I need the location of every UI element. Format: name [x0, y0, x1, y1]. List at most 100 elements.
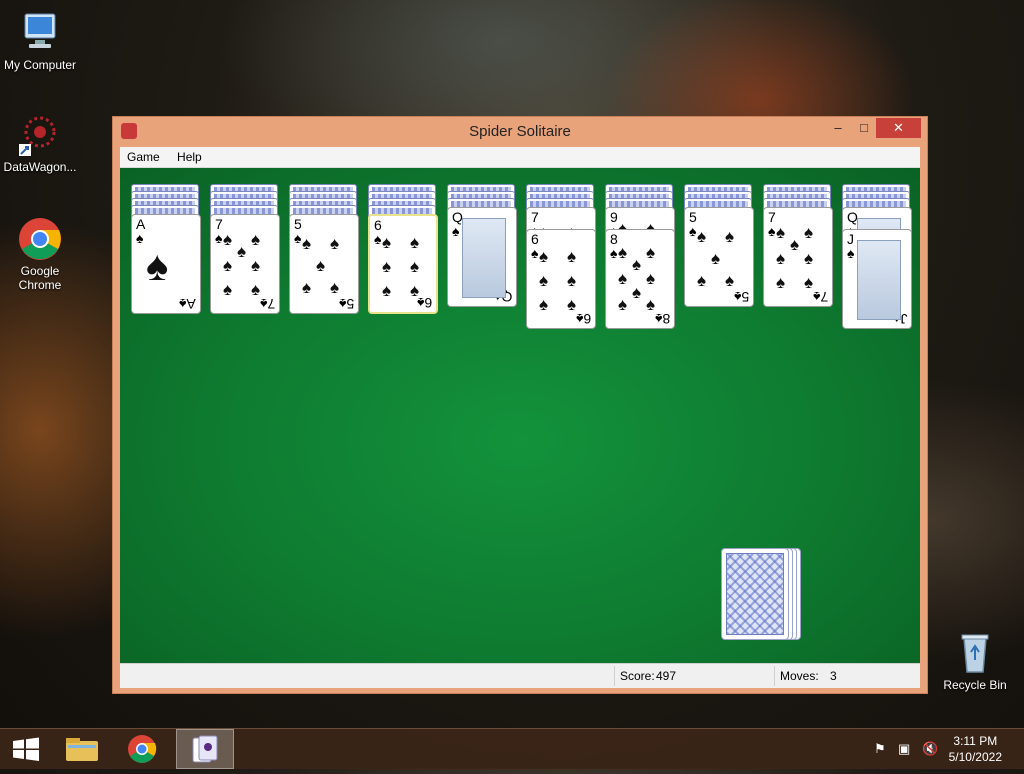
- card-rank: 7♠: [812, 289, 828, 305]
- clock-date: 5/10/2022: [948, 750, 1002, 764]
- close-button[interactable]: ✕: [876, 118, 921, 138]
- spade-icon: ♠: [618, 269, 628, 288]
- taskbar-file-explorer[interactable]: [56, 729, 108, 769]
- spade-icon: ♠: [646, 243, 656, 262]
- playing-card[interactable]: 8 ♠ 8♠ ♠ ♠ ♠ ♠ ♠ ♠ ♠ ♠: [605, 229, 675, 329]
- spade-icon: ♠: [804, 223, 814, 242]
- spade-icon: ♠: [567, 247, 577, 266]
- spade-icon: ♠: [330, 278, 340, 297]
- spade-icon: ♠: [646, 295, 656, 314]
- card-rank: 7: [768, 209, 776, 225]
- moves-value: 3: [830, 669, 837, 683]
- spade-icon: ♠: [302, 278, 312, 297]
- spade-icon: ♠: [294, 230, 302, 246]
- stock-pile[interactable]: [721, 548, 789, 640]
- taskbar-chrome[interactable]: [116, 729, 168, 769]
- desktop-icon-label: Google Chrome: [18, 264, 62, 292]
- system-clock[interactable]: 3:11 PM 5/10/2022: [949, 733, 1002, 765]
- card-rank: 8: [610, 231, 618, 247]
- spade-icon: ♠: [725, 271, 735, 290]
- spade-icon: ♠: [410, 233, 420, 252]
- spade-icon: ♠: [382, 257, 392, 276]
- spade-icon: ♠: [330, 234, 340, 253]
- desktop-icon-my-computer[interactable]: My Computer: [0, 10, 80, 72]
- spade-icon: ♠: [618, 243, 628, 262]
- title-bar[interactable]: Spider Solitaire – □ ✕: [113, 117, 927, 147]
- spade-icon: ♠: [768, 223, 776, 239]
- card-rank: 6: [374, 217, 382, 233]
- spade-icon: ♠: [223, 230, 233, 249]
- card-rank: 5♠: [338, 296, 354, 312]
- card-rank: 5♠: [733, 289, 749, 305]
- playing-card[interactable]: 6 ♠ 6♠ ♠ ♠ ♠ ♠ ♠ ♠: [526, 229, 596, 329]
- spade-icon: ♠: [223, 280, 233, 299]
- action-center-flag-icon[interactable]: ⚑: [874, 741, 886, 757]
- card-rank: 9: [610, 209, 618, 225]
- spade-icon: ♠: [316, 256, 326, 275]
- spade-icon: ♠: [374, 231, 382, 247]
- playing-card[interactable]: J ♠J♠: [842, 229, 912, 329]
- datawagon-icon: [17, 112, 63, 158]
- window-title: Spider Solitaire: [469, 123, 571, 140]
- spade-icon: ♠: [531, 245, 539, 261]
- score-label: Score:: [620, 669, 655, 683]
- spade-icon: ♠: [790, 235, 800, 254]
- moves-label: Moves:: [780, 669, 819, 683]
- spade-icon: ♠: [632, 283, 642, 302]
- menu-game[interactable]: Game: [120, 147, 167, 167]
- computer-icon: [17, 10, 63, 56]
- desktop-icon-recycle-bin[interactable]: Recycle Bin: [935, 630, 1015, 692]
- spade-icon: ♠: [539, 295, 549, 314]
- game-board[interactable]: A ♠ A♠ ♠ 7 ♠ 7♠ ♠ ♠ ♠ ♠ ♠ ♠ ♠ 5 ♠ 5♠ ♠ ♠ ♠ ♠ ♠ 6 ♠ 6♠ ♠ ♠ ♠ ♠ ♠ ♠ Q…: [120, 168, 920, 663]
- maximize-button[interactable]: □: [850, 118, 878, 138]
- playing-card[interactable]: 7 ♠7♠♠♠♠♠♠♠♠: [210, 214, 280, 314]
- taskbar-spider-solitaire[interactable]: [176, 729, 234, 769]
- playing-card[interactable]: 6 ♠ 6♠ ♠ ♠ ♠ ♠ ♠ ♠: [368, 214, 438, 314]
- chrome-icon: [128, 735, 157, 763]
- status-divider: [614, 666, 615, 686]
- spade-icon: ♠: [223, 256, 233, 275]
- volume-muted-icon[interactable]: 🔇: [922, 741, 938, 757]
- playing-card[interactable]: 7 ♠7♠♠♠♠♠♠♠♠: [763, 207, 833, 307]
- spade-icon: ♠: [567, 295, 577, 314]
- desktop-icon-datawagon[interactable]: DataWagon...: [0, 112, 80, 174]
- spade-icon: ♠: [251, 256, 261, 275]
- spider-solitaire-icon: [192, 735, 218, 763]
- clock-time: 3:11 PM: [953, 734, 998, 748]
- desktop-icon-label: Recycle Bin: [943, 678, 1007, 692]
- spider-solitaire-window: Spider Solitaire – □ ✕ Game Help A ♠ A♠ ♠ 7…: [112, 116, 928, 694]
- spade-icon: ♠: [610, 245, 618, 261]
- spade-icon: ♠: [646, 269, 656, 288]
- file-explorer-icon: [66, 738, 98, 761]
- spade-icon: ♠: [251, 230, 261, 249]
- spade-icon: ♠: [567, 271, 577, 290]
- spade-icon: ♠: [237, 242, 247, 261]
- start-button[interactable]: [0, 729, 52, 769]
- playing-card[interactable]: 5 ♠ 5♠ ♠ ♠ ♠ ♠ ♠: [684, 207, 754, 307]
- playing-card[interactable]: A ♠ A♠ ♠: [131, 214, 201, 314]
- spade-icon: ♠: [689, 223, 697, 239]
- card-rank: 8♠: [654, 311, 670, 327]
- playing-card[interactable]: 5 ♠ 5♠ ♠ ♠ ♠ ♠ ♠: [289, 214, 359, 314]
- playing-card[interactable]: Q ♠Q♠: [447, 207, 517, 307]
- spade-icon: ♠: [711, 249, 721, 268]
- card-rank: A♠: [179, 296, 196, 312]
- spade-icon: ♠: [632, 255, 642, 274]
- spade-icon: ♠: [410, 281, 420, 300]
- spade-icon: ♠: [697, 227, 707, 246]
- card-rank: 5: [294, 216, 302, 232]
- recycle-bin-icon: [952, 630, 998, 676]
- spade-icon: ♠: [776, 223, 786, 242]
- minimize-button[interactable]: –: [824, 118, 852, 138]
- spade-icon: ♠: [776, 273, 786, 292]
- spade-icon: ♠: [410, 257, 420, 276]
- spade-icon: ♠: [539, 247, 549, 266]
- card-rank: 6♠: [575, 311, 591, 327]
- card-rank: A: [136, 216, 146, 232]
- spade-icon: ♠: [776, 249, 786, 268]
- desktop-icon-google-chrome[interactable]: Google Chrome: [0, 216, 80, 292]
- menu-help[interactable]: Help: [170, 147, 209, 167]
- network-icon[interactable]: ▣: [898, 741, 910, 757]
- chrome-icon: [17, 216, 63, 262]
- card-rank: 7♠: [259, 296, 275, 312]
